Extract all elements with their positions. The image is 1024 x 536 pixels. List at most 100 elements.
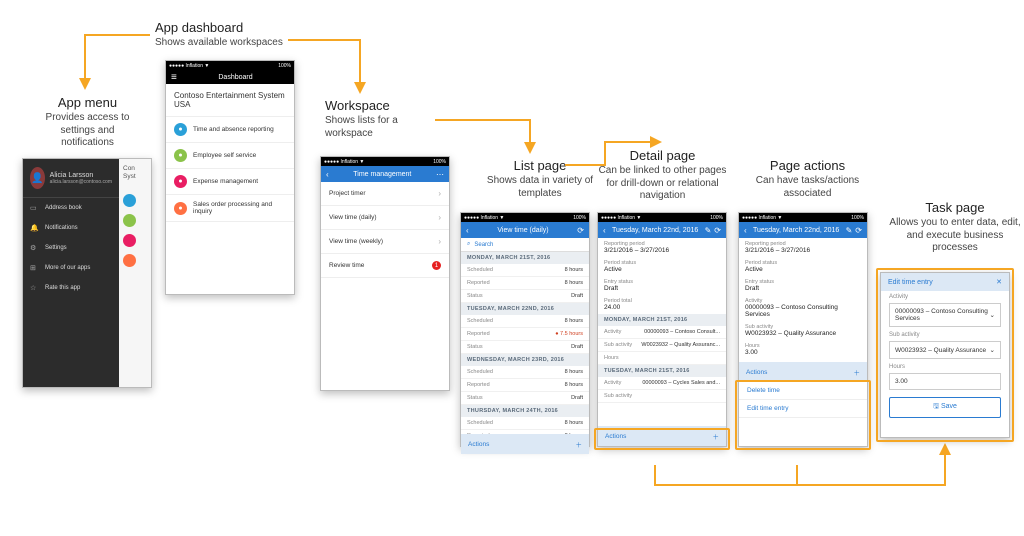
task-title: Edit time entry (888, 279, 933, 286)
menu-item-icon: 🔔 (30, 224, 39, 232)
workspace-row-label: View time (daily) (329, 214, 377, 221)
row-value: 8 hours (565, 369, 583, 375)
workspace-icon: ● (174, 175, 187, 188)
row-key: Sub activity (604, 342, 632, 348)
menu-user[interactable]: 👤 Alicia Larsson alicia.larsson@contoso.… (23, 159, 119, 198)
actions-bar[interactable]: Actions＋ (461, 434, 589, 454)
menu-item[interactable]: ▭Address book (23, 198, 119, 218)
back-icon[interactable]: ‹ (744, 226, 747, 235)
page-title: Tuesday, March 22nd, 2016 (750, 227, 843, 234)
status-bar: ●●●●● Inflation ▼100% (461, 213, 589, 222)
search-icon: ⌕ (467, 241, 470, 248)
phone-listpage: ●●●●● Inflation ▼100% ‹ View time (daily… (460, 212, 590, 447)
plus-icon[interactable]: ＋ (576, 439, 583, 449)
chevron-right-icon: › (438, 237, 441, 246)
row-value: Draft (571, 395, 583, 401)
field-value: 3.00 (739, 349, 867, 359)
workspace-row[interactable]: Review time1 (321, 254, 449, 278)
row-value: 00000093 – Contoso Consult... (644, 329, 720, 335)
field-label: Period total (598, 295, 726, 304)
group-header: MONDAY, MARCH 21ST, 2016 (461, 252, 589, 264)
field-value: 00000093 – Contoso Consulting Services (739, 304, 867, 321)
form-label: Hours (881, 361, 1009, 371)
back-icon[interactable]: ‹ (466, 226, 469, 235)
menu-item-label: Rate this app (45, 285, 80, 291)
form-select[interactable]: 00000093 – Contoso Consulting Services⌄ (889, 303, 1001, 327)
data-row[interactable]: Activity00000093 – Contoso Consult... (598, 326, 726, 339)
label-task: Task pageAllows you to enter data, edit,… (885, 200, 1024, 255)
status-bar: ●●●●● Inflation ▼100% (166, 61, 294, 70)
row-key: Scheduled (467, 420, 493, 426)
dashboard-item[interactable]: ● Expense management (166, 169, 294, 195)
edit-icon[interactable]: ✎ (705, 226, 712, 235)
refresh-icon[interactable]: ⟳ (577, 226, 584, 235)
workspace-dot-icon (123, 214, 136, 227)
back-icon[interactable]: ‹ (603, 226, 606, 235)
menu-item[interactable]: ⊞More of our apps (23, 258, 119, 278)
dashboard-item-label: Sales order processing and inquiry (193, 201, 286, 215)
data-row[interactable]: Scheduled8 hours (461, 264, 589, 277)
filter-icon[interactable]: ⋯ (436, 170, 444, 179)
refresh-icon[interactable]: ⟳ (855, 226, 862, 235)
hamburger-icon[interactable]: ≡ (171, 72, 182, 83)
menu-item-label: Notifications (45, 225, 78, 231)
dashboard-item[interactable]: ● Sales order processing and inquiry (166, 195, 294, 222)
actions-bar[interactable]: Actions＋ (598, 426, 726, 446)
field-label: Entry status (598, 276, 726, 285)
data-row[interactable]: Sub activity W0023932 – Quality Assuranc.… (598, 339, 726, 352)
workspace-row[interactable]: View time (daily)› (321, 206, 449, 230)
data-row[interactable]: Sub activity (598, 390, 726, 403)
status-bar: ●●●●● Inflation ▼100% (598, 213, 726, 222)
data-row[interactable]: StatusDraft (461, 290, 589, 303)
search-placeholder: Search (474, 242, 493, 248)
data-row[interactable]: Scheduled8 hours (461, 315, 589, 328)
data-row[interactable]: Scheduled8 hours (461, 417, 589, 430)
menu-item[interactable]: ⚙Settings (23, 238, 119, 258)
data-row[interactable]: StatusDraft (461, 341, 589, 354)
form-select[interactable]: W0023932 – Quality Assurance⌄ (889, 341, 1001, 359)
refresh-icon[interactable]: ⟳ (714, 226, 721, 235)
back-icon[interactable]: ‹ (326, 170, 329, 179)
row-key: Scheduled (467, 318, 493, 324)
menu-item-icon: ☆ (30, 284, 39, 292)
row-key: Reported (467, 280, 490, 286)
dashboard-item[interactable]: ●Time and absence reporting (166, 117, 294, 143)
data-row[interactable]: Reported8 hours (461, 277, 589, 290)
edit-icon[interactable]: ✎ (846, 226, 853, 235)
detail-header: ‹ Tuesday, March 22nd, 2016 ✎ ⟳ (598, 222, 726, 238)
field-value: W0023932 – Quality Assurance (739, 330, 867, 340)
plus-icon[interactable]: ＋ (854, 367, 861, 377)
action-link[interactable]: Edit time entry (739, 400, 867, 418)
form-input[interactable]: 3.00 (889, 373, 1001, 390)
status-bar: ●●●●● Inflation ▼100% (739, 213, 867, 222)
menu-item-label: More of our apps (45, 265, 90, 271)
row-value: W0023932 – Quality Assuranc... (641, 342, 720, 348)
group-header: TUESDAY, MARCH 22ND, 2016 (461, 303, 589, 315)
data-row[interactable]: Activity00000093 – Cycles Sales and... (598, 377, 726, 390)
data-row[interactable]: StatusDraft (461, 392, 589, 405)
workspace-header: ‹ Time management ⋯ (321, 166, 449, 182)
menu-item[interactable]: 🔔 Notifications (23, 218, 119, 238)
field-label: Reporting period (598, 238, 726, 247)
workspace-icon: ● (174, 202, 187, 215)
data-row[interactable]: Scheduled8 hours (461, 366, 589, 379)
close-icon[interactable]: ✕ (996, 278, 1002, 286)
menu-item[interactable]: ☆ Rate this app (23, 278, 119, 298)
plus-icon[interactable]: ＋ (713, 431, 720, 441)
workspace-dot-icon (123, 254, 136, 267)
search-input[interactable]: ⌕ Search (461, 238, 589, 252)
actions-bar[interactable]: Actions＋ (739, 362, 867, 382)
data-row[interactable]: Reported8 hours (461, 379, 589, 392)
data-row[interactable]: Hours (598, 352, 726, 365)
label-listpage: List pageShows data in variety of templa… (475, 158, 605, 200)
row-key: Activity (604, 380, 621, 386)
row-value: Draft (571, 344, 583, 350)
action-link[interactable]: Delete time (739, 382, 867, 400)
workspace-row[interactable]: Project timer› (321, 182, 449, 206)
dashboard-item[interactable]: ●Employee self service (166, 143, 294, 169)
task-header: Edit time entry ✕ (881, 273, 1009, 291)
save-button[interactable]: 🖫 Save (889, 397, 1001, 418)
data-row[interactable]: Reported● 7.5 hours (461, 328, 589, 341)
dashboard-item-label: Expense management (193, 178, 258, 185)
workspace-row[interactable]: View time (weekly)› (321, 230, 449, 254)
